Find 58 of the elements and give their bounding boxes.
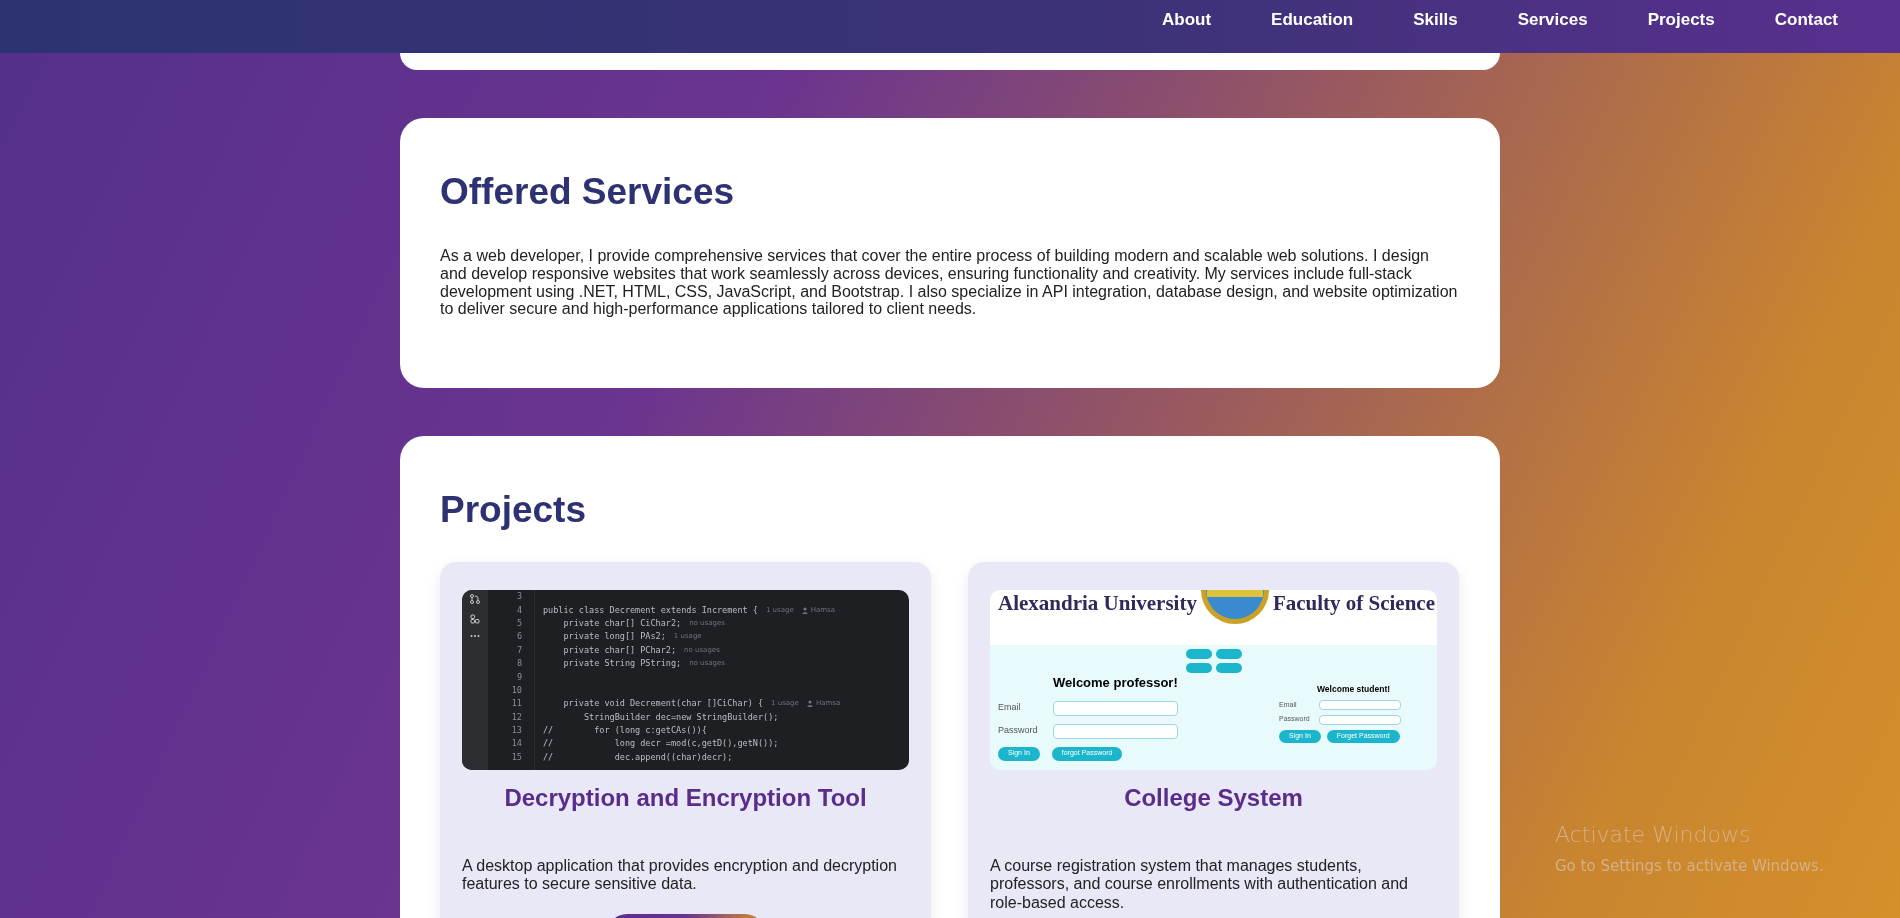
services-text: As a web developer, I provide comprehensive services that cover the entire process of building modern and scalable web solutions. I design and develop responsive websites that work seamlessly across devices, ensuring functionality and creativity. My services include full-stack development using .NET, HTML, CSS, JavaScript, and Bootstrap. I also specialize in API integration, database design, and website optimization to deliver secure and high-performance applications tailored to client needs. (440, 247, 1459, 318)
line-number: 11 (511, 697, 522, 711)
nav-link[interactable]: Education (1241, 6, 1384, 33)
code-line: // dec.append((char)decr); (543, 750, 733, 764)
section-title: Offered Services (440, 170, 736, 214)
line-number: 13 (511, 724, 522, 738)
activation-title: Activate Windows (1555, 821, 1752, 849)
code-line: private char[] PChar2; (562, 643, 677, 657)
line-number: 14 (511, 737, 522, 751)
project-title: College System (1123, 784, 1304, 813)
code-line: // for (long c:getCAs()){ (543, 724, 707, 738)
line-number: 7 (516, 643, 522, 657)
form-heading: Welcome professor! (1053, 674, 1179, 693)
nav-link[interactable]: Projects (1617, 6, 1745, 33)
nav-link[interactable]: Contact (1744, 6, 1868, 33)
line-number: 12 (511, 710, 522, 724)
input-field[interactable] (1053, 700, 1178, 716)
line-number: 9 (516, 670, 522, 684)
activation-text: Go to Settings to activate Windows. (1555, 856, 1824, 877)
code-line: private void Decrement(char []CiChar) { (562, 697, 764, 711)
mini-button[interactable] (1185, 663, 1212, 674)
code-line: StringBuilder dec=new StringBuilder(); (582, 710, 779, 724)
code-line: private long[] PAs2; (562, 630, 666, 644)
input-field[interactable] (1319, 714, 1401, 725)
code-line: public class Decrement extends Increment { (543, 603, 758, 617)
nav-link[interactable]: Skills (1383, 6, 1488, 33)
project-description: A desktop application that provides encryption and decryption features to secure sensitive data. (462, 856, 898, 894)
mini-button[interactable] (1185, 649, 1212, 660)
line-number: 5 (516, 616, 522, 630)
project-description: A course registration system that manages students, professors, and course enrollments with authentication and role-based access. (990, 856, 1409, 913)
input-field[interactable] (1319, 700, 1401, 711)
field-label: Password (998, 724, 1039, 738)
code-line: private char[] CiChar2; (562, 616, 682, 630)
field-label: Email (998, 701, 1022, 715)
line-number: 15 (511, 750, 522, 764)
code-line: private String PString; (562, 657, 682, 671)
project-title: Decryption and Encryption Tool (503, 784, 868, 813)
seal-icon (1198, 590, 1271, 625)
form-heading: Welcome student! (1317, 683, 1392, 696)
nav-link[interactable]: About (1132, 6, 1242, 33)
line-number: 8 (516, 657, 522, 671)
code-line: // long decr =mod(c,getD(),getN()); (543, 737, 779, 751)
person-icon (806, 700, 813, 708)
university-name: Alexandria University (998, 590, 1197, 617)
more-icon (470, 634, 480, 639)
line-number: 3 (516, 590, 522, 604)
line-number: 10 (511, 683, 522, 697)
section-title: Projects (440, 487, 587, 532)
mini-button[interactable] (1215, 649, 1242, 660)
input-field[interactable] (1053, 723, 1178, 739)
line-number: 6 (516, 630, 522, 644)
faculty-name: Faculty of Science (1272, 590, 1435, 617)
nav-link[interactable]: Services (1487, 6, 1618, 33)
person-icon (801, 606, 808, 614)
branch-icon (470, 594, 480, 605)
structure-icon (470, 614, 480, 625)
line-number: 4 (516, 603, 522, 617)
mini-button[interactable] (1215, 663, 1242, 674)
